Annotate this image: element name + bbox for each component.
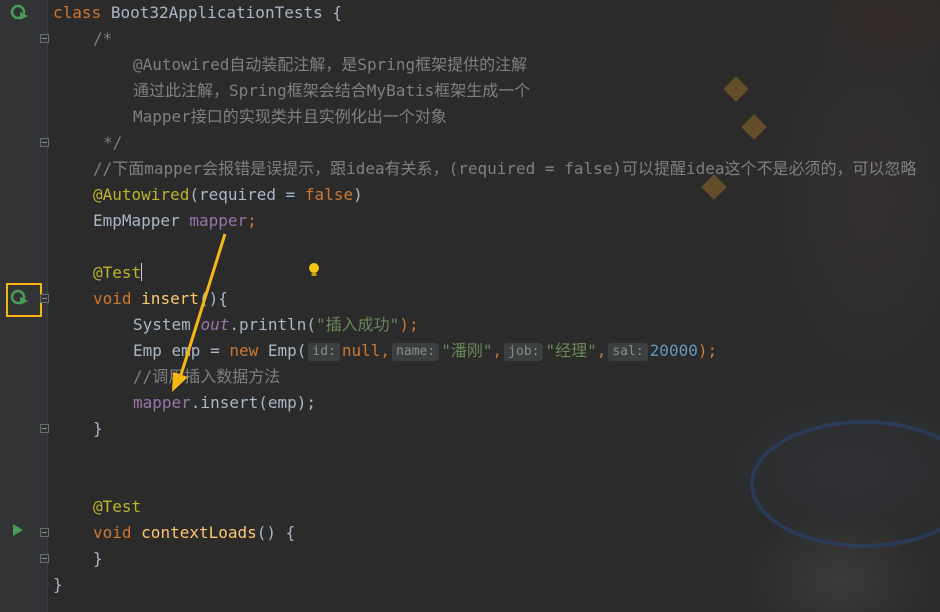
code-line[interactable]: /*	[93, 26, 112, 52]
lightbulb-icon[interactable]	[308, 262, 320, 278]
method-name: contextLoads	[141, 523, 257, 542]
line-comment: //调用插入数据方法	[133, 367, 281, 386]
parameter-hint: job:	[504, 343, 544, 361]
background-ornament	[741, 114, 767, 140]
static-field: out	[200, 315, 230, 334]
fold-marker[interactable]	[40, 138, 49, 147]
comment-open: /*	[93, 29, 113, 48]
code-line[interactable]: void contextLoads() {	[93, 520, 295, 546]
brace: }	[93, 419, 103, 438]
code-text: (){	[198, 289, 228, 308]
code-line[interactable]: }	[93, 416, 103, 442]
keyword-void: void	[93, 289, 132, 308]
string-literal: "经理"	[545, 341, 597, 360]
code-text: .insert(emp);	[190, 393, 317, 412]
field-name: mapper	[189, 211, 248, 230]
code-line[interactable]: }	[93, 546, 103, 572]
field-name: mapper	[133, 393, 191, 412]
fold-marker[interactable]	[40, 554, 49, 563]
code-line[interactable]: Mapper接口的实现类并且实例化出一个对象	[133, 104, 447, 130]
code-text: System.	[133, 315, 201, 334]
code-line[interactable]: mapper.insert(emp);	[133, 390, 316, 416]
code-text: Emp emp =	[133, 341, 230, 360]
code-text: )	[353, 185, 363, 204]
editor-gutter[interactable]	[0, 0, 49, 612]
parameter-hint: sal:	[608, 343, 648, 361]
keyword-false: false	[304, 185, 354, 204]
code-line[interactable]: }	[53, 572, 63, 598]
code-line[interactable]: System.out.println("插入成功");	[133, 312, 419, 338]
annotation: @Test	[93, 263, 142, 282]
code-line[interactable]: */	[103, 130, 122, 156]
brace: }	[53, 575, 63, 594]
class-name: Boot32ApplicationTests	[110, 3, 323, 22]
parameter-hint: name:	[392, 343, 440, 361]
code-line[interactable]: void insert(){	[93, 286, 228, 312]
annotation: @Test	[93, 497, 142, 516]
fold-marker[interactable]	[40, 528, 49, 537]
code-line[interactable]: class Boot32ApplicationTests {	[53, 0, 342, 26]
method-name: insert	[141, 289, 199, 308]
code-text: (required =	[189, 185, 305, 204]
semicolon: ;	[247, 211, 257, 230]
brace: }	[93, 549, 103, 568]
code-line[interactable]: @Test	[93, 494, 141, 520]
comment-text: @Autowired自动装配注解，是Spring框架提供的注解	[133, 55, 528, 74]
type-name: EmpMapper	[93, 211, 190, 230]
comment-text: Mapper接口的实现类并且实例化出一个对象	[133, 107, 447, 126]
string-literal: "插入成功"	[316, 315, 400, 334]
code-text: Emp(	[258, 341, 307, 360]
code-text: );	[399, 315, 419, 334]
code-line[interactable]: @Test	[93, 260, 143, 286]
annotation: @Autowired	[93, 185, 190, 204]
fold-marker[interactable]	[40, 294, 49, 303]
background-ornament	[750, 420, 940, 548]
number-literal: 20000	[649, 341, 698, 360]
editor-background-image	[640, 0, 940, 612]
keyword-void: void	[93, 523, 132, 542]
code-line[interactable]: //下面mapper会报错是误提示，跟idea有关系，(required = f…	[93, 156, 917, 182]
comment-close: */	[103, 133, 123, 152]
background-ornament	[723, 76, 749, 102]
play-icon[interactable]	[13, 524, 23, 536]
code-line[interactable]: 通过此注解，Spring框架会结合MyBatis框架生成一个	[133, 78, 530, 104]
string-literal: "潘刚"	[441, 341, 493, 360]
code-text: );	[697, 341, 718, 360]
fold-marker[interactable]	[40, 424, 49, 433]
code-line[interactable]: //调用插入数据方法	[133, 364, 280, 390]
code-text: .println(	[229, 315, 317, 334]
code-text: () {	[256, 523, 296, 542]
keyword-new: new	[229, 341, 259, 360]
text-caret	[141, 263, 143, 281]
line-comment: //下面mapper会报错是误提示，跟idea有关系，(required = f…	[93, 159, 917, 178]
code-line[interactable]: @Autowired自动装配注解，是Spring框架提供的注解	[133, 52, 527, 78]
keyword-null: null	[341, 341, 381, 360]
highlight-box	[6, 283, 42, 317]
code-line[interactable]: @Autowired(required = false)	[93, 182, 363, 208]
keyword-class: class	[53, 3, 102, 22]
code-line[interactable]: EmpMapper mapper;	[93, 208, 257, 234]
parameter-hint: id:	[308, 343, 340, 361]
fold-marker[interactable]	[40, 34, 49, 43]
brace: {	[332, 3, 343, 22]
comment-text: 通过此注解，Spring框架会结合MyBatis框架生成一个	[133, 81, 531, 100]
run-test-icon[interactable]	[10, 4, 30, 22]
code-line[interactable]: Emp emp = new Emp(id: null, name: "潘刚", job:…	[133, 338, 717, 364]
